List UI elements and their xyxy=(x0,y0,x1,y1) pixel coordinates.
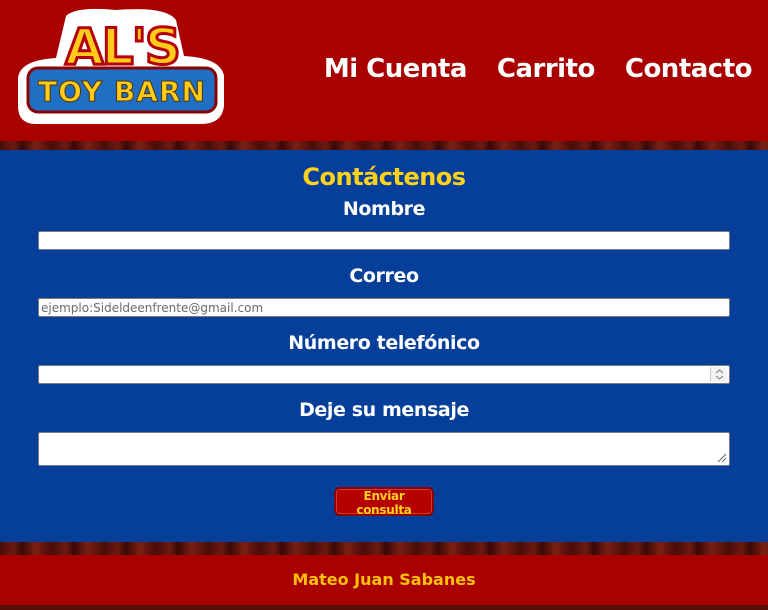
phone-label: Número telefónico xyxy=(288,332,480,354)
wood-divider-bottom xyxy=(0,542,768,555)
resize-handle-icon[interactable] xyxy=(715,451,727,463)
phone-field[interactable] xyxy=(38,365,730,384)
spinner-arrows-icon xyxy=(715,369,724,380)
svg-text:TOY BARN: TOY BARN xyxy=(38,75,206,108)
email-label: Correo xyxy=(349,265,419,287)
nav-contacto[interactable]: Contacto xyxy=(625,54,753,84)
name-field[interactable] xyxy=(38,231,730,250)
submit-button[interactable]: Enviar consulta xyxy=(334,487,434,517)
name-label: Nombre xyxy=(342,198,426,220)
footer-author: Mateo Juan Sabanes xyxy=(292,570,476,589)
footer-edge xyxy=(0,605,768,610)
message-textarea[interactable] xyxy=(38,432,730,466)
als-toy-barn-logo[interactable]: AL'S TOY BARN xyxy=(16,6,228,126)
site-footer: Mateo Juan Sabanes xyxy=(0,555,768,605)
page-title: Contáctenos xyxy=(302,163,466,191)
email-field[interactable] xyxy=(38,298,730,317)
main-nav: Mi Cuenta Carrito Contacto xyxy=(324,54,753,84)
number-spinner[interactable] xyxy=(710,367,727,382)
message-label: Deje su mensaje xyxy=(299,399,469,421)
nav-carrito[interactable]: Carrito xyxy=(497,54,595,84)
nav-mi-cuenta[interactable]: Mi Cuenta xyxy=(324,54,468,84)
wood-divider-top xyxy=(0,141,768,150)
site-header: AL'S TOY BARN Mi Cuenta Carrito Contacto xyxy=(0,0,768,141)
contact-section: Contáctenos Nombre Correo Número telefón… xyxy=(0,150,768,542)
